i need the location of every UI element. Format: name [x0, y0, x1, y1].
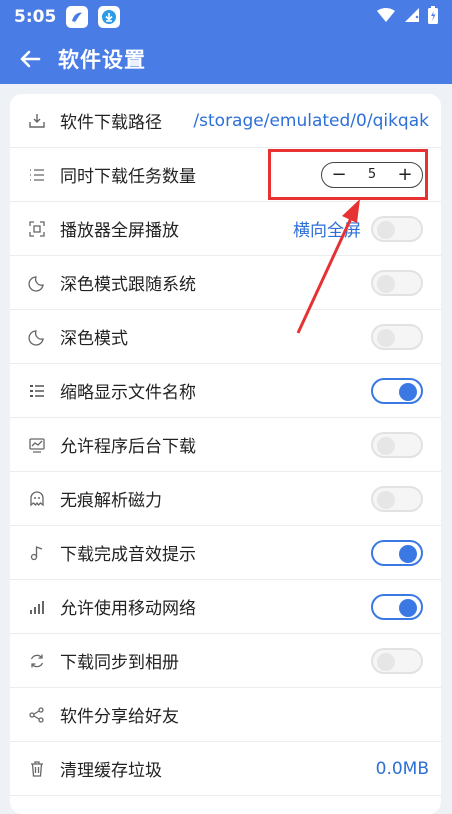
- background-download-toggle[interactable]: [371, 431, 423, 458]
- app-bar: 软件设置: [0, 34, 452, 84]
- status-time: 5:05: [14, 7, 57, 27]
- status-bar: 5:05: [0, 0, 452, 34]
- fullscreen-player-toggle[interactable]: [371, 215, 423, 242]
- setting-share-app[interactable]: 软件分享给好友: [10, 688, 441, 742]
- wifi-icon: [376, 7, 396, 27]
- fullscreen-icon: [28, 220, 46, 238]
- setting-sync-album: 下载同步到相册: [10, 634, 441, 688]
- music-note-icon: [28, 544, 46, 562]
- setting-fullscreen-player: 播放器全屏播放 横向全屏: [10, 202, 441, 256]
- list-icon: [28, 166, 46, 184]
- setting-thumbnail-filename: 缩略显示文件名称: [10, 364, 441, 418]
- dark-mode-toggle[interactable]: [371, 323, 423, 350]
- setting-clear-cache[interactable]: 清理缓存垃圾 0.0MB: [10, 742, 441, 796]
- moon-icon: [28, 274, 46, 292]
- back-arrow-icon[interactable]: [18, 46, 44, 72]
- decrement-button[interactable]: −: [330, 165, 348, 184]
- setting-label: 深色模式: [60, 329, 128, 349]
- incognito-magnet-toggle[interactable]: [371, 485, 423, 512]
- settings-list: 软件下载路径 /storage/emulated/0/qikqak 同时下载任务…: [10, 94, 441, 814]
- download-count-value: 5: [367, 167, 377, 182]
- setting-download-path[interactable]: 软件下载路径 /storage/emulated/0/qikqak: [10, 94, 441, 148]
- setting-label: 无痕解析磁力: [60, 491, 162, 511]
- setting-label: 下载同步到相册: [60, 653, 179, 673]
- bird-app-icon: [66, 6, 89, 28]
- setting-background-download: 允许程序后台下载: [10, 418, 441, 472]
- download-count-stepper: − 5 +: [321, 161, 423, 188]
- setting-label: 下载完成音效提示: [60, 545, 196, 565]
- setting-label: 缩略显示文件名称: [60, 383, 196, 403]
- setting-label: 软件下载路径: [60, 113, 162, 133]
- setting-label: 同时下载任务数量: [60, 167, 196, 187]
- setting-label: 允许程序后台下载: [60, 437, 196, 457]
- dark-mode-follow-system-toggle[interactable]: [371, 269, 423, 296]
- setting-mobile-network: 允许使用移动网络: [10, 580, 441, 634]
- thumbnail-filename-toggle[interactable]: [371, 377, 423, 404]
- signal-icon: [404, 7, 420, 27]
- sync-album-toggle[interactable]: [371, 647, 423, 674]
- download-path-value[interactable]: /storage/emulated/0/qikqak: [193, 111, 429, 131]
- page-title: 软件设置: [58, 48, 146, 72]
- trash-icon: [28, 760, 46, 778]
- setting-label: 软件分享给好友: [60, 707, 179, 727]
- cache-size-value: 0.0MB: [375, 758, 429, 779]
- fullscreen-orientation-value[interactable]: 横向全屏: [293, 216, 361, 241]
- setting-dark-mode-follow-system: 深色模式跟随系统: [10, 256, 441, 310]
- download-tray-icon: [28, 112, 46, 130]
- setting-label: 播放器全屏播放: [60, 221, 179, 241]
- setting-concurrent-downloads: 同时下载任务数量 − 5 +: [10, 148, 441, 202]
- ghost-icon: [28, 490, 46, 508]
- setting-completion-sound: 下载完成音效提示: [10, 526, 441, 580]
- download-notification-icon: [98, 6, 121, 28]
- setting-incognito-magnet: 无痕解析磁力: [10, 472, 441, 526]
- setting-dark-mode: 深色模式: [10, 310, 441, 364]
- monitor-chart-icon: [28, 436, 46, 454]
- setting-label: 允许使用移动网络: [60, 599, 196, 619]
- mobile-network-toggle[interactable]: [371, 593, 423, 620]
- bullet-list-icon: [28, 382, 46, 400]
- cellular-signal-icon: [28, 598, 46, 616]
- share-icon: [28, 706, 46, 724]
- battery-icon: [428, 6, 438, 28]
- setting-label: 深色模式跟随系统: [60, 275, 196, 295]
- moon-icon: [28, 328, 46, 346]
- setting-label: 清理缓存垃圾: [60, 761, 162, 781]
- increment-button[interactable]: +: [396, 165, 414, 184]
- completion-sound-toggle[interactable]: [371, 539, 423, 566]
- sync-icon: [28, 652, 46, 670]
